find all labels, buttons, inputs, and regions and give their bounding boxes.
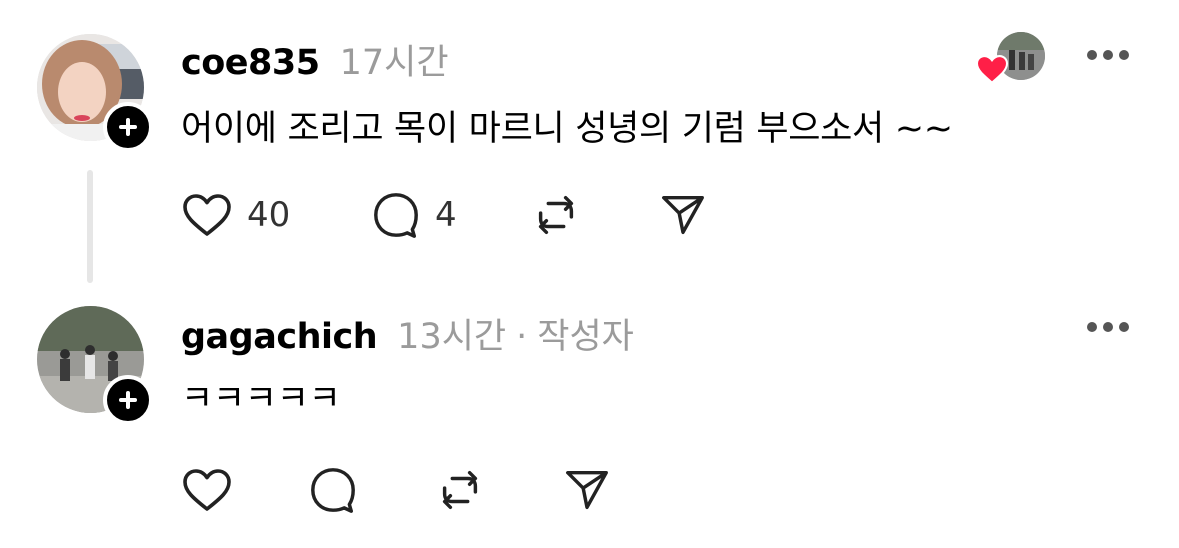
- share-button[interactable]: [562, 465, 612, 515]
- action-bar: 40 4: [181, 190, 708, 240]
- author-badge: 작성자: [537, 317, 634, 357]
- timestamp: 13시간: [397, 317, 507, 357]
- share-button[interactable]: [658, 190, 708, 240]
- repost-button[interactable]: [531, 190, 658, 240]
- action-bar: [181, 465, 612, 515]
- liked-heart-icon: [975, 55, 1009, 84]
- post-coe835: coe835 17시간 어이에 조리고 목이 마르니 성녕의 기럼 부으소서 ~…: [0, 0, 1179, 290]
- repost-button[interactable]: [435, 465, 562, 515]
- post-header: coe835 17시간: [181, 34, 449, 85]
- more-icon: [1087, 322, 1097, 332]
- username[interactable]: gagachich: [181, 317, 378, 357]
- more-options-button[interactable]: [1087, 320, 1129, 334]
- send-icon: [662, 195, 704, 235]
- post-text: ㅋㅋㅋㅋㅋ: [181, 379, 341, 419]
- post-gagachich: gagachich 13시간 · 작성자 ㅋㅋㅋㅋㅋ: [0, 290, 1179, 548]
- separator-dot: ·: [516, 317, 528, 357]
- thread-line: [87, 170, 93, 283]
- post-text: 어이에 조리고 목이 마르니 성녕의 기럼 부으소서 ~~: [181, 109, 953, 149]
- follow-plus-icon[interactable]: [103, 375, 153, 425]
- heart-icon: [183, 194, 231, 236]
- send-icon: [566, 470, 608, 510]
- heart-icon: [183, 469, 231, 511]
- follow-plus-icon[interactable]: [103, 102, 153, 152]
- username[interactable]: coe835: [181, 43, 320, 83]
- like-button[interactable]: [181, 466, 308, 514]
- like-button[interactable]: 40: [181, 191, 371, 239]
- repost-icon: [442, 470, 478, 510]
- like-count: 40: [247, 195, 291, 235]
- reply-button[interactable]: [308, 465, 435, 515]
- post-header: gagachich 13시간 · 작성자: [181, 308, 634, 359]
- liked-by-author-indicator: [975, 32, 1050, 87]
- reply-button[interactable]: 4: [371, 190, 531, 240]
- reply-count: 4: [435, 195, 457, 235]
- more-options-button[interactable]: [1087, 48, 1129, 62]
- more-icon: [1087, 50, 1097, 60]
- comment-icon: [374, 193, 418, 238]
- repost-icon: [538, 195, 574, 235]
- comment-icon: [311, 468, 355, 513]
- timestamp: 17시간: [339, 43, 449, 83]
